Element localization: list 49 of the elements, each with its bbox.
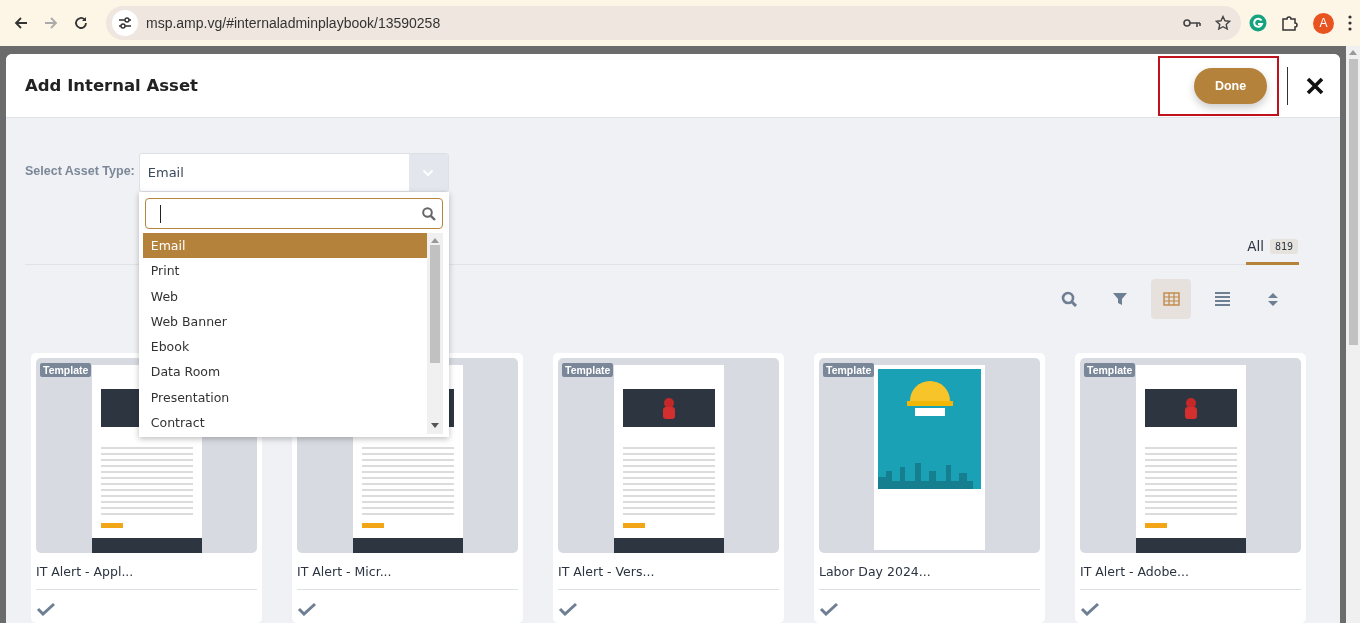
- profile-avatar[interactable]: A: [1313, 12, 1334, 34]
- tab-label: All: [1247, 238, 1264, 254]
- reload-icon[interactable]: [73, 15, 89, 31]
- asset-title: Labor Day 2024...: [819, 553, 1040, 590]
- dropdown-option[interactable]: Web: [142, 283, 427, 309]
- template-badge: Template: [40, 363, 92, 377]
- template-badge: Template: [1084, 363, 1136, 377]
- dropdown-option[interactable]: Print: [142, 258, 427, 284]
- checkmark-icon[interactable]: [36, 602, 56, 616]
- dropdown-option[interactable]: Presentation: [142, 384, 427, 411]
- forward-arrow-icon[interactable]: [43, 15, 59, 31]
- search-icon: [1060, 291, 1078, 307]
- checkmark-icon[interactable]: [1080, 602, 1100, 616]
- grammar-extension-icon[interactable]: [1249, 14, 1267, 32]
- dropdown-option[interactable]: Web Banner: [142, 308, 427, 335]
- grid-view-icon: [1162, 291, 1180, 307]
- asset-title: IT Alert - Vers...: [558, 553, 779, 590]
- site-settings-icon[interactable]: [118, 17, 132, 29]
- back-arrow-icon[interactable]: [13, 15, 29, 31]
- dropdown-option[interactable]: Contract: [142, 410, 427, 436]
- scroll-up-icon[interactable]: [430, 238, 439, 243]
- asset-title: IT Alert - Appl...: [36, 553, 257, 590]
- asset-title: IT Alert - Adobe...: [1080, 553, 1301, 590]
- puzzle-extensions-icon[interactable]: [1281, 14, 1299, 32]
- close-icon[interactable]: [1306, 76, 1324, 95]
- scroll-down-icon[interactable]: [430, 423, 439, 428]
- template-badge: Template: [562, 363, 614, 377]
- modal-title: Add Internal Asset: [25, 76, 199, 95]
- checkmark-icon[interactable]: [558, 602, 578, 616]
- dropdown-option[interactable]: Ebook: [142, 334, 427, 360]
- asset-title: IT Alert - Micr...: [297, 553, 518, 590]
- bookmark-star-icon[interactable]: [1215, 15, 1231, 31]
- asset-type-label: Select Asset Type:: [25, 163, 135, 178]
- dropdown-option[interactable]: Data Room: [142, 359, 427, 385]
- dropdown-scrollbar[interactable]: [426, 233, 443, 434]
- scroll-up-icon[interactable]: [1349, 50, 1357, 55]
- filter-tab[interactable]: All 819: [1246, 238, 1299, 265]
- asset-type-select[interactable]: Email: [138, 153, 449, 192]
- option-search-field[interactable]: [144, 198, 443, 229]
- more-menu-icon[interactable]: [1348, 15, 1352, 31]
- filter-icon: [1111, 291, 1129, 307]
- search-icon[interactable]: [421, 206, 436, 221]
- count-badge: 819: [1269, 238, 1298, 254]
- checkmark-icon[interactable]: [297, 602, 317, 616]
- list-view-icon: [1213, 291, 1231, 307]
- page-scrollbar[interactable]: [1346, 46, 1360, 623]
- checkmark-icon[interactable]: [819, 602, 839, 616]
- key-icon[interactable]: [1183, 17, 1201, 29]
- template-badge: Template: [823, 363, 875, 377]
